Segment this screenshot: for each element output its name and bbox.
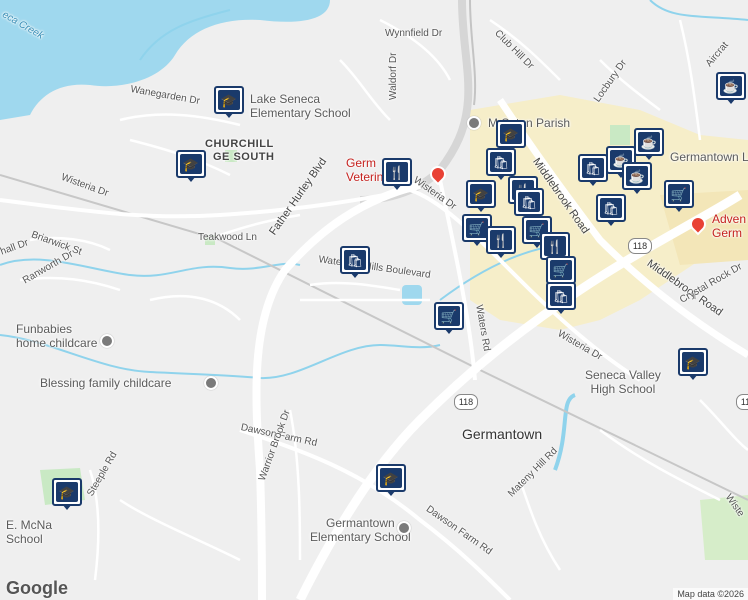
lake-seneca-label: Lake Seneca Elementary School bbox=[250, 92, 351, 120]
shopping-bag-icon[interactable]: 🛍 bbox=[578, 154, 608, 188]
road-label-teakwood: Teakwood Ln bbox=[198, 232, 257, 243]
google-logo: Google bbox=[6, 578, 68, 598]
stream bbox=[553, 393, 576, 471]
place-pin-icon[interactable] bbox=[397, 521, 411, 535]
stream bbox=[649, 0, 748, 21]
churchill-label: CHURCHILL bbox=[205, 138, 274, 150]
park-area bbox=[610, 125, 630, 145]
funbabies-label: Funbabies home childcare bbox=[16, 322, 98, 350]
mcnair-label: E. McNa School bbox=[6, 518, 53, 546]
shopping-cart-icon[interactable]: 🛒 bbox=[434, 302, 464, 336]
shopping-bag-icon[interactable]: 🛍 bbox=[340, 246, 370, 280]
route-118-shield: 118 bbox=[454, 394, 478, 410]
shopping-bag-icon[interactable]: 🛍 bbox=[546, 282, 576, 316]
school-icon[interactable]: 🎓 bbox=[176, 150, 206, 184]
restaurant-icon[interactable]: 🍴 bbox=[382, 158, 412, 192]
adventure-label: Adven Germ bbox=[712, 212, 747, 240]
dawson-farm-rd bbox=[239, 428, 512, 600]
road-label-waldorf: Waldorf Dr bbox=[388, 52, 399, 100]
school-icon[interactable]: 🎓 bbox=[214, 86, 244, 120]
map-canvas[interactable]: eca Creek Wynnfield Dr Club Hill Dr Locb… bbox=[0, 0, 748, 600]
cafe-icon[interactable]: ☕ bbox=[634, 128, 664, 162]
restaurant-icon[interactable]: 🍴 bbox=[486, 226, 516, 260]
school-icon[interactable]: 🎓 bbox=[52, 478, 82, 512]
place-pin-icon[interactable] bbox=[100, 334, 114, 348]
school-icon[interactable]: 🎓 bbox=[678, 348, 708, 382]
church-icon[interactable] bbox=[467, 116, 481, 130]
blessing-label: Blessing family childcare bbox=[40, 376, 172, 390]
germantown-library-label: Germantown Li bbox=[670, 150, 748, 164]
route-118-shield: 118 bbox=[736, 394, 748, 410]
shopping-bag-icon[interactable]: 🛍 bbox=[596, 194, 626, 228]
cafe-icon[interactable]: ☕ bbox=[622, 162, 652, 196]
place-pin-icon[interactable] bbox=[204, 376, 218, 390]
school-icon[interactable]: 🎓 bbox=[466, 180, 496, 214]
germantown-label: Germantown bbox=[462, 426, 543, 442]
seneca-valley-label: Seneca Valley High School bbox=[585, 368, 661, 396]
route-118-shield: 118 bbox=[628, 238, 652, 254]
germantown-es-label: Germantown Elementary School bbox=[310, 516, 411, 544]
road-label-wynnfield: Wynnfield Dr bbox=[385, 28, 443, 39]
map-attribution[interactable]: Map data ©2026 bbox=[673, 588, 748, 600]
village-south-label: GE SOUTH bbox=[213, 151, 275, 163]
pond bbox=[402, 285, 422, 305]
shopping-cart-icon[interactable]: 🛒 bbox=[664, 180, 694, 214]
school-icon[interactable]: 🎓 bbox=[376, 464, 406, 498]
map-base-layer bbox=[0, 0, 748, 600]
cafe-icon[interactable]: ☕ bbox=[716, 72, 746, 106]
